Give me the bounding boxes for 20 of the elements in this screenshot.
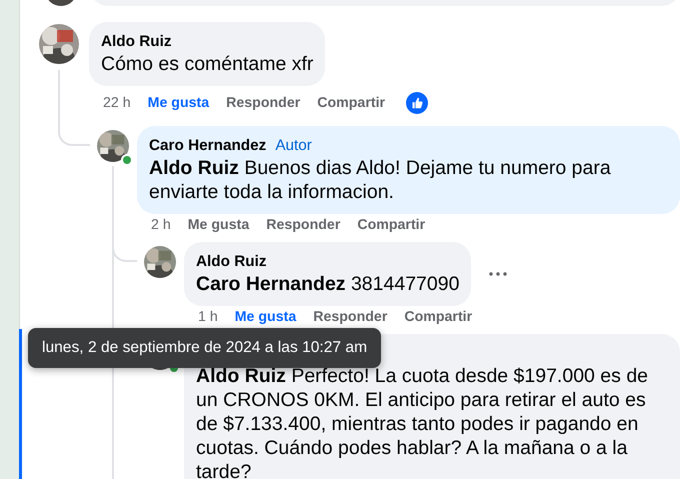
reply-button[interactable]: Responder	[266, 214, 340, 236]
share-button[interactable]: Compartir	[317, 92, 386, 114]
timestamp[interactable]: 22 h	[103, 92, 131, 114]
comment-text: Aldo Ruiz Buenos dias Aldo! Dejame tu numero para enviarte toda la informacion.	[149, 156, 612, 204]
like-button[interactable]: Me gusta	[234, 306, 296, 328]
reply-button[interactable]: Responder	[226, 92, 300, 114]
timestamp[interactable]: 1 h	[198, 306, 218, 328]
author-label: Autor	[275, 136, 312, 156]
like-button[interactable]: Me gusta	[188, 214, 250, 236]
reply-button[interactable]: Responder	[313, 306, 388, 328]
comment-text: Caro Hernandez 3814477090	[196, 272, 460, 296]
comment-text: Cómo es coméntame xfr	[101, 52, 314, 76]
author-name[interactable]: Aldo Ruiz	[196, 252, 267, 272]
like-button[interactable]: Me gusta	[148, 92, 210, 114]
share-button[interactable]: Compartir	[357, 214, 426, 236]
share-button[interactable]: Compartir	[404, 306, 472, 328]
author-name[interactable]: Caro Hernandez	[149, 136, 266, 156]
tooltip: lunes, 2 de septiembre de 2024 a las 10:27 am	[28, 328, 382, 368]
timestamp[interactable]: 2 h	[151, 214, 171, 236]
author-name[interactable]: Aldo Ruiz	[101, 32, 172, 52]
